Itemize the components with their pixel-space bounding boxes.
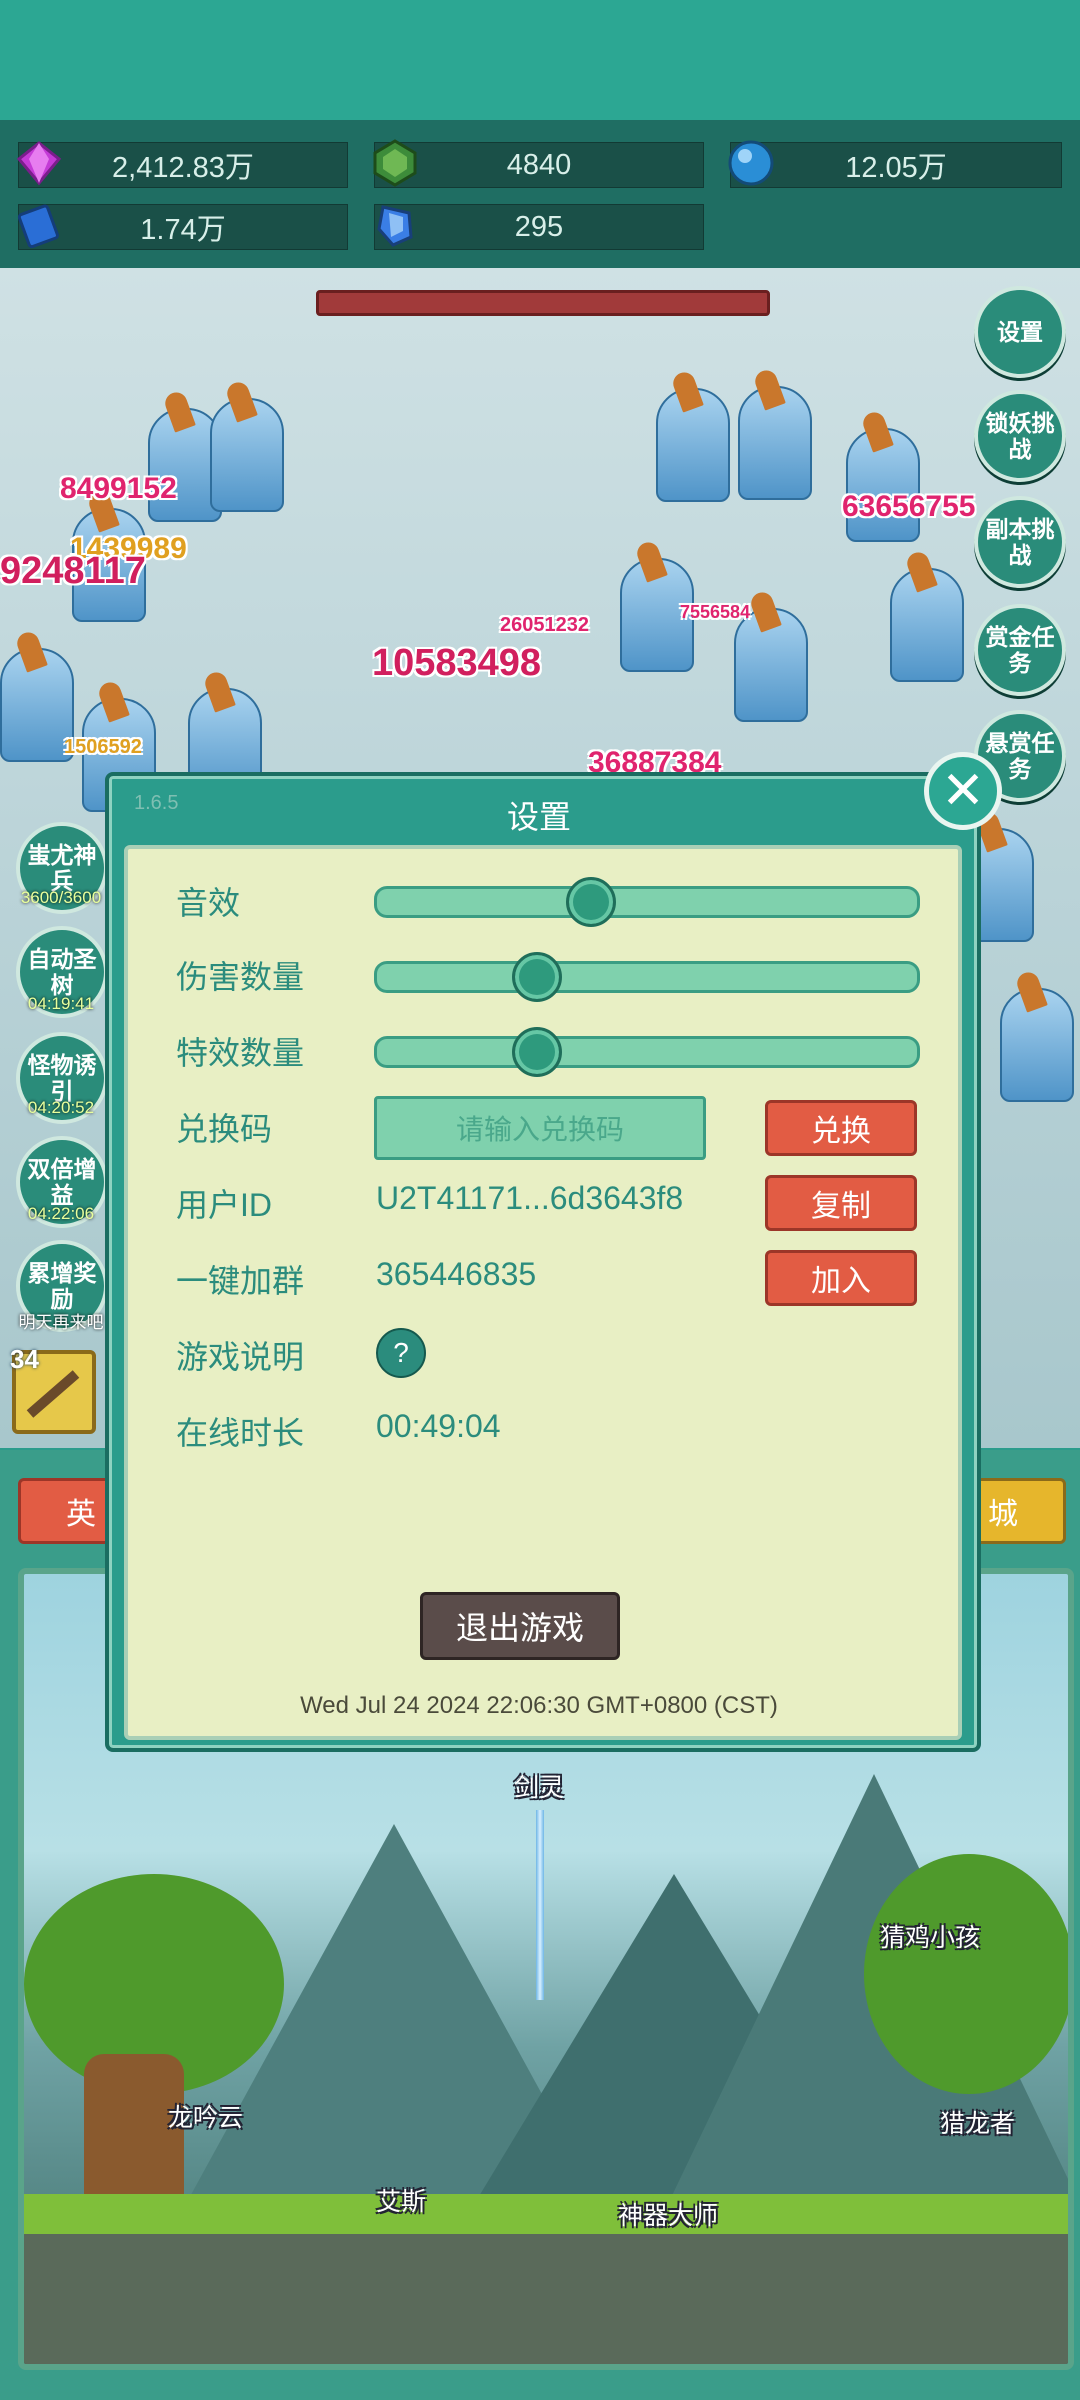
question-icon: ?: [393, 1337, 409, 1368]
level-badge: 34: [10, 1344, 39, 1374]
button-subtext: 04:19:41: [27, 994, 95, 1013]
button-subtext: 04:20:52: [27, 1098, 95, 1117]
ice-monster[interactable]: [738, 386, 812, 500]
orb-icon: [728, 140, 774, 186]
damage-number: 10583498: [372, 642, 542, 684]
emerald-icon: [373, 139, 417, 187]
button-label: 复制: [811, 1190, 871, 1223]
button-subtext: 明天再来吧: [18, 1313, 104, 1332]
game-guide-label: 游戏说明: [176, 1339, 305, 1375]
input-placeholder: 请输入兑换码: [455, 1114, 624, 1145]
button-label: 累增奖励: [27, 1260, 97, 1312]
resource-bar: 2,412.83万 4840 12.05万 1.74万 295: [0, 120, 1080, 268]
close-icon: ✕: [941, 762, 985, 820]
resource-value: 1.74万: [140, 214, 226, 246]
damage-number: 9248117: [0, 550, 146, 592]
ice-monster[interactable]: [656, 388, 730, 502]
button-label: 退出游戏: [455, 1610, 584, 1646]
resource-gems: 2,412.83万: [16, 141, 348, 188]
damage-number: 7556584: [680, 602, 751, 622]
npc-name: 猜鸡小孩: [880, 1924, 981, 1952]
lock-demon-challenge-button[interactable]: 锁妖挑战: [974, 390, 1066, 482]
redeem-code-label: 兑换码: [176, 1111, 273, 1147]
copy-button[interactable]: 复制: [765, 1175, 917, 1231]
user-id-label: 用户ID: [176, 1187, 273, 1223]
button-label: 赏金任务: [985, 624, 1055, 676]
button-label: 锁妖挑战: [985, 410, 1055, 462]
button-label: 设置: [997, 319, 1043, 345]
damage-number: 8499152: [60, 472, 177, 505]
bounty-task-button[interactable]: 赏金任务: [974, 604, 1066, 696]
group-id-value: 365446835: [376, 1256, 537, 1292]
crystal-icon: [377, 205, 413, 247]
rock-ground: [24, 2214, 1068, 2364]
weapon-slot[interactable]: 34: [10, 1344, 96, 1434]
button-label: 副本挑战: [985, 516, 1055, 568]
boss-health-bar: [316, 290, 770, 316]
button-subtext: 3600/3600: [20, 888, 102, 907]
damage-number: 1506592: [64, 736, 142, 758]
ice-monster[interactable]: [1000, 988, 1074, 1102]
ice-monster[interactable]: [210, 398, 284, 512]
datetime-text: Wed Jul 24 2024 22:06:30 GMT+0800 (CST): [300, 1692, 778, 1719]
slider-knob[interactable]: [511, 1027, 562, 1077]
button-label: 自动圣树: [27, 946, 97, 998]
ice-monster[interactable]: [890, 568, 964, 682]
button-label: 加入: [811, 1265, 871, 1298]
slider-knob[interactable]: [511, 952, 562, 1002]
redeem-button[interactable]: 兑换: [765, 1100, 917, 1156]
resource-orb: 12.05万: [728, 140, 1062, 188]
button-label: 蚩尤神兵: [27, 842, 97, 894]
settings-button[interactable]: 设置: [974, 286, 1066, 378]
exit-game-button[interactable]: 退出游戏: [420, 1592, 620, 1660]
join-button[interactable]: 加入: [765, 1250, 917, 1306]
status-area: [0, 0, 1080, 120]
button-label: 双倍增益: [27, 1156, 97, 1208]
online-time-value: 00:49:04: [376, 1408, 501, 1444]
resource-value: 4840: [506, 148, 572, 181]
button-label: 兑换: [811, 1115, 871, 1148]
tree: [864, 1854, 1068, 2094]
damage-number: 26051232: [500, 614, 589, 636]
npc-name: 龙吟云: [168, 2104, 244, 2132]
ice-monster[interactable]: [734, 608, 808, 722]
help-button[interactable]: ?: [376, 1328, 426, 1378]
grass: [24, 2194, 1068, 2234]
resource-value: 295: [514, 210, 564, 243]
book-icon: [17, 204, 59, 249]
sword-spirit-figure[interactable]: [536, 1810, 544, 2000]
close-button[interactable]: ✕: [924, 752, 1002, 830]
npc-name: 艾斯: [376, 2188, 427, 2216]
sound-label: 音效: [176, 885, 241, 921]
tab-label: 英: [66, 1498, 96, 1531]
join-group-label: 一键加群: [176, 1263, 305, 1299]
damage-count-label: 伤害数量: [176, 959, 305, 995]
button-label: 怪物诱引: [27, 1052, 97, 1104]
resource-emerald: 4840: [373, 139, 704, 188]
dungeon-challenge-button[interactable]: 副本挑战: [974, 496, 1066, 588]
resource-value: 2,412.83万: [112, 152, 254, 184]
damage-count-slider[interactable]: [374, 952, 920, 1002]
slider-knob[interactable]: [565, 877, 616, 927]
damage-number: 63656755: [842, 490, 976, 523]
npc-name: 神器大师: [618, 2202, 719, 2230]
sound-slider[interactable]: [374, 877, 920, 927]
effect-count-slider[interactable]: [374, 1027, 920, 1077]
resource-crystal: 295: [374, 204, 704, 250]
online-time-label: 在线时长: [176, 1415, 305, 1451]
resource-book: 1.74万: [17, 204, 348, 250]
effect-count-label: 特效数量: [176, 1035, 305, 1071]
redeem-code-input[interactable]: 请输入兑换码: [374, 1096, 706, 1160]
tab-label: 城: [988, 1498, 1018, 1531]
gem-icon: [16, 141, 62, 186]
ice-monster[interactable]: [0, 648, 74, 762]
npc-name: 剑灵: [514, 1774, 565, 1802]
npc-name: 猎龙者: [940, 2110, 1016, 2138]
button-subtext: 04:22:06: [27, 1204, 95, 1223]
resource-value: 12.05万: [845, 152, 947, 184]
modal-title: 设置: [506, 799, 571, 835]
user-id-value: U2T41171...6d3643f8: [376, 1180, 684, 1216]
ice-monster[interactable]: [846, 428, 920, 542]
